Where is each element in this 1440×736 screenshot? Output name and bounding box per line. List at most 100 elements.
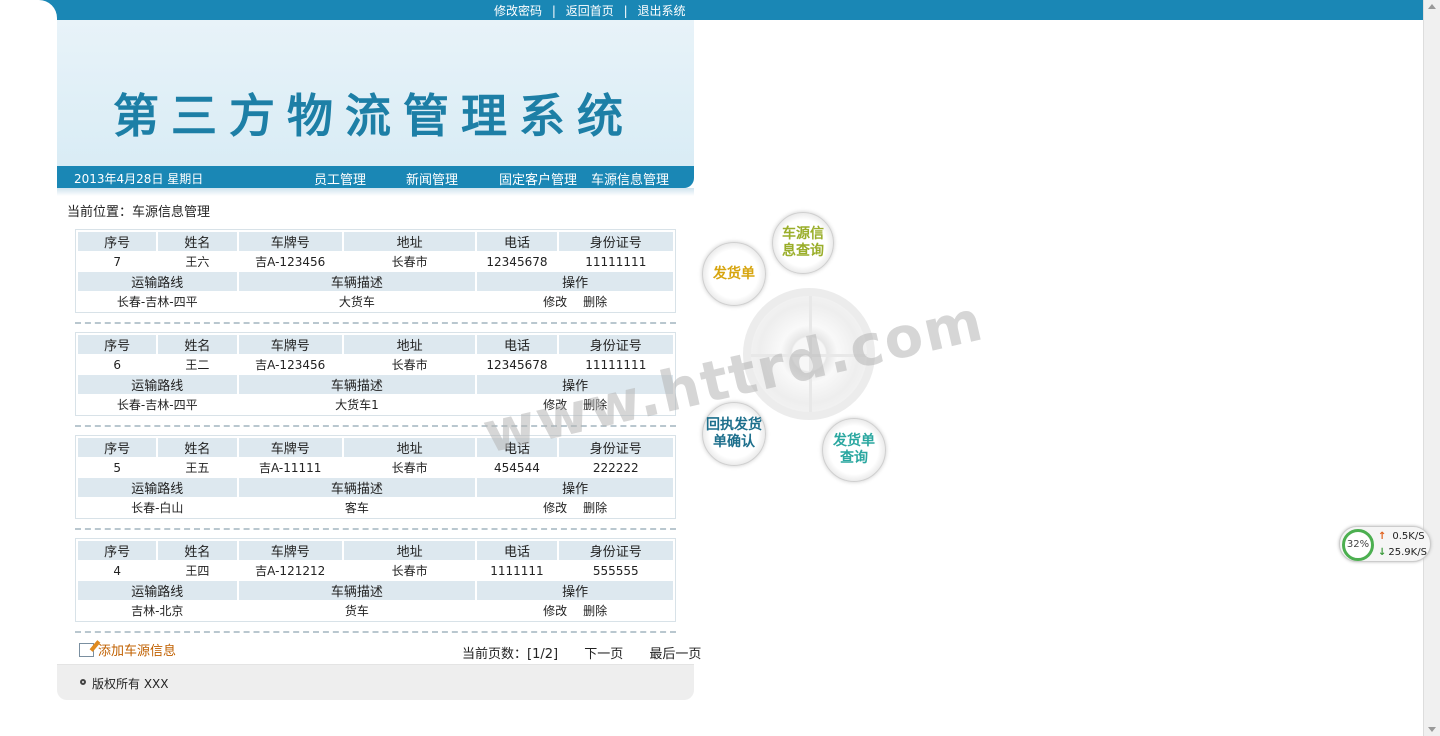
cell-route: 长春-白山 <box>78 499 237 516</box>
cell-address: 长春市 <box>343 459 476 476</box>
header-plate: 车牌号 <box>238 541 342 560</box>
nav-item-news[interactable]: 新闻管理 <box>406 169 458 188</box>
nav-item-vehicles[interactable]: 车源信息管理 <box>591 169 669 188</box>
copyright: 版权所有 XXX <box>92 677 169 691</box>
record-table: 序号 姓名 车牌号 地址 电话 身份证号 5 王五 吉A-11111 长春市 454544 22222… <box>75 435 676 519</box>
cell-no: 5 <box>78 459 157 476</box>
header-route: 运输路线 <box>78 581 237 600</box>
cell-ops: 修改 删除 <box>477 499 673 516</box>
cell-phone: 12345678 <box>477 253 557 270</box>
next-page-link[interactable]: 下一页 <box>584 647 623 662</box>
cell-desc: 大货车1 <box>238 396 476 413</box>
header-name: 姓名 <box>158 232 237 251</box>
cell-address: 长春市 <box>343 356 476 373</box>
scroll-down-icon[interactable] <box>1428 727 1436 732</box>
cell-no: 7 <box>78 253 157 270</box>
header-desc: 车辆描述 <box>238 375 476 394</box>
cell-ops: 修改 删除 <box>477 602 673 619</box>
header-no: 序号 <box>78 335 157 354</box>
record-divider <box>75 528 676 530</box>
record-divider <box>75 425 676 427</box>
header-no: 序号 <box>78 541 157 560</box>
cell-plate: 吉A-11111 <box>238 459 342 476</box>
invoice-label: 发货单 <box>713 265 755 282</box>
header-desc: 车辆描述 <box>238 581 476 600</box>
header-address: 地址 <box>343 232 476 251</box>
breadcrumb: 当前位置：车源信息管理 <box>67 205 211 220</box>
last-page-link[interactable]: 最后一页 <box>649 647 701 662</box>
cell-plate: 吉A-123456 <box>238 356 342 373</box>
upload-speed: ↑ 0.5K/S <box>1378 531 1425 542</box>
wheel-icon <box>743 288 875 420</box>
header-phone: 电话 <box>477 232 557 251</box>
header-name: 姓名 <box>158 541 237 560</box>
left-notch <box>0 0 57 736</box>
invoice-query-bubble[interactable]: 发货单查询 <box>822 418 886 482</box>
vertical-scrollbar[interactable] <box>1423 0 1440 736</box>
cell-route: 长春-吉林-四平 <box>78 293 237 310</box>
download-speed: ↓ 25.9K/S <box>1378 547 1427 558</box>
delete-link[interactable]: 删除 <box>583 604 607 618</box>
edit-link[interactable]: 修改 <box>543 398 567 412</box>
cell-address: 长春市 <box>343 253 476 270</box>
header-route: 运输路线 <box>78 375 237 394</box>
cell-no: 4 <box>78 562 157 579</box>
cell-id: 555555 <box>558 562 673 579</box>
upload-value: 0.5K/S <box>1392 531 1425 542</box>
top-bar: 修改密码 | 返回首页 | 退出系统 <box>0 0 1423 20</box>
cell-id: 222222 <box>558 459 673 476</box>
header-id: 身份证号 <box>558 541 673 560</box>
net-speed-widget[interactable]: 32% ↑ 0.5K/S ↓ 25.9K/S <box>1339 526 1431 562</box>
vehicle-record: 序号 姓名 车牌号 地址 电话 身份证号 6 王二 吉A-123456 长春市 12345678 11… <box>75 332 676 416</box>
header-ops: 操作 <box>477 375 673 394</box>
change-password-link[interactable]: 修改密码 <box>494 4 542 18</box>
invoice-query-label: 发货单查询 <box>833 433 875 466</box>
record-table: 序号 姓名 车牌号 地址 电话 身份证号 6 王二 吉A-123456 长春市 12345678 11… <box>75 332 676 416</box>
record-table: 序号 姓名 车牌号 地址 电话 身份证号 4 王四 吉A-121212 长春市 1111111 555… <box>75 538 676 622</box>
delete-link[interactable]: 删除 <box>583 295 607 309</box>
nav-date: 2013年4月28日 星期日 <box>74 172 204 186</box>
nav-item-clients[interactable]: 固定客户管理 <box>499 169 577 188</box>
header-id: 身份证号 <box>558 232 673 251</box>
banner-title: 第三方物流管理系统 <box>113 89 635 143</box>
header-address: 地址 <box>343 541 476 560</box>
cell-name: 王二 <box>158 356 237 373</box>
header-name: 姓名 <box>158 335 237 354</box>
header-phone: 电话 <box>477 335 557 354</box>
vehicle-record: 序号 姓名 车牌号 地址 电话 身份证号 5 王五 吉A-11111 长春市 454544 22222… <box>75 435 676 519</box>
add-vehicle-label[interactable]: 添加车源信息 <box>98 644 176 659</box>
header-ops: 操作 <box>477 478 673 497</box>
car-query-bubble[interactable]: 车源信息查询 <box>772 212 834 274</box>
nav-bar: 2013年4月28日 星期日 员工管理 新闻管理 固定客户管理 车源信息管理 <box>57 166 694 188</box>
nav-item-staff[interactable]: 员工管理 <box>314 169 366 188</box>
header-address: 地址 <box>343 335 476 354</box>
cell-phone: 1111111 <box>477 562 557 579</box>
cell-ops: 修改 删除 <box>477 396 673 413</box>
net-percent: 32% <box>1342 529 1374 561</box>
banner: 第三方物流管理系统 <box>57 20 694 166</box>
home-link[interactable]: 返回首页 <box>566 4 614 18</box>
receipt-confirm-label: 回执发货单确认 <box>706 417 762 450</box>
cell-plate: 吉A-121212 <box>238 562 342 579</box>
cell-no: 6 <box>78 356 157 373</box>
add-vehicle-link[interactable]: 添加车源信息 <box>79 640 176 659</box>
receipt-confirm-bubble[interactable]: 回执发货单确认 <box>702 402 766 466</box>
header-ops: 操作 <box>477 272 673 291</box>
invoice-bubble[interactable]: 发货单 <box>702 242 766 306</box>
cell-desc: 大货车 <box>238 293 476 310</box>
cell-ops: 修改 删除 <box>477 293 673 310</box>
delete-link[interactable]: 删除 <box>583 501 607 515</box>
edit-link[interactable]: 修改 <box>543 604 567 618</box>
logout-link[interactable]: 退出系统 <box>637 4 685 18</box>
edit-link[interactable]: 修改 <box>543 295 567 309</box>
record-divider <box>75 631 676 633</box>
edit-link[interactable]: 修改 <box>543 501 567 515</box>
cell-name: 王五 <box>158 459 237 476</box>
cell-route: 长春-吉林-四平 <box>78 396 237 413</box>
page-indicator: 当前页数：[1/2] <box>462 647 559 662</box>
nav-shadow <box>57 188 694 196</box>
car-query-label: 车源信息查询 <box>782 226 824 259</box>
scroll-up-icon[interactable] <box>1428 4 1436 9</box>
delete-link[interactable]: 删除 <box>583 398 607 412</box>
cell-plate: 吉A-123456 <box>238 253 342 270</box>
